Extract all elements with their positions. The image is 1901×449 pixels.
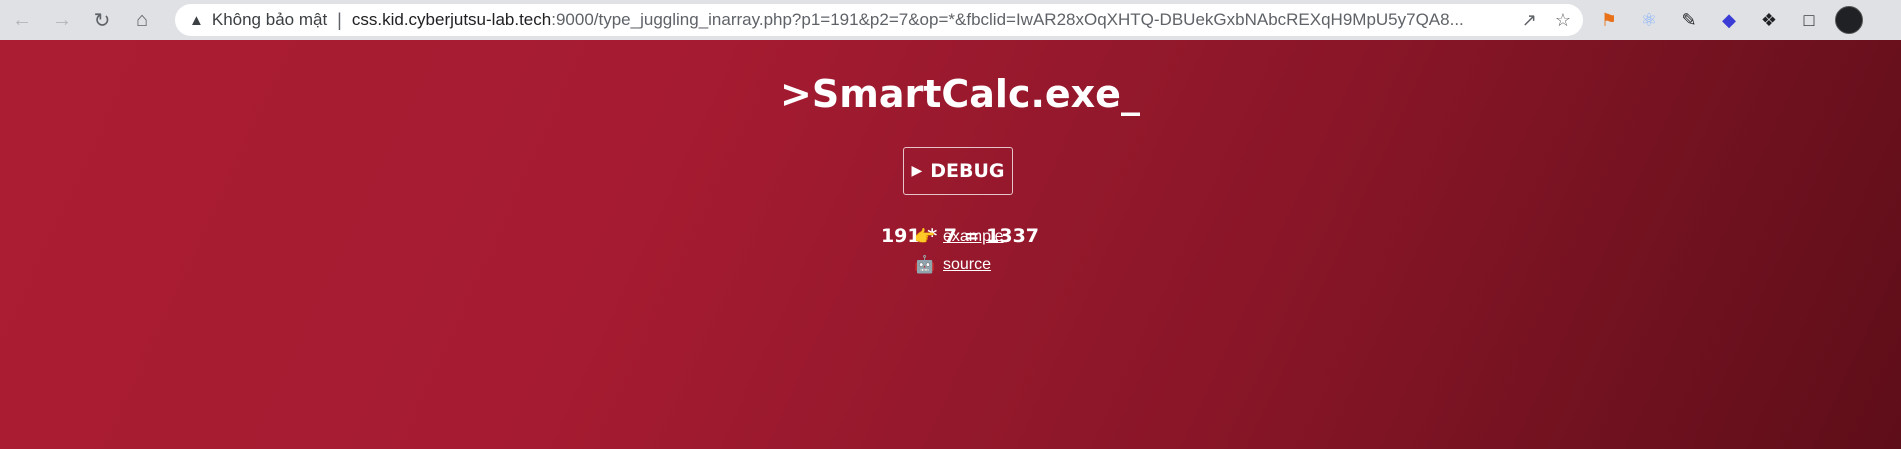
- home-icon[interactable]: ⌂: [124, 2, 160, 38]
- star-icon[interactable]: ☆: [1555, 10, 1571, 31]
- page-title: >SmartCalc.exe_: [780, 72, 1140, 116]
- robot-face-icon: 🤖: [914, 255, 936, 274]
- security-label[interactable]: Không bảo mật: [212, 10, 327, 30]
- debug-button[interactable]: ▶ DEBUG: [903, 147, 1013, 195]
- eyedropper-icon[interactable]: ✎: [1675, 6, 1703, 34]
- share-icon[interactable]: ↗: [1522, 10, 1537, 31]
- url-text[interactable]: css.kid.cyberjutsu-lab.tech:9000/type_ju…: [352, 10, 1482, 30]
- separator: |: [337, 9, 342, 30]
- reload-icon[interactable]: ↻: [84, 2, 120, 38]
- profile-avatar[interactable]: [1835, 6, 1863, 34]
- play-icon: ▶: [911, 163, 923, 179]
- source-link-row: 🤖 source: [913, 255, 991, 275]
- debug-label: DEBUG: [930, 160, 1005, 182]
- back-icon[interactable]: ←: [4, 2, 40, 38]
- puzzle-icon[interactable]: ❖: [1755, 6, 1783, 34]
- extension-orange-icon[interactable]: ⚑: [1595, 6, 1623, 34]
- warning-icon: ▲: [189, 11, 204, 29]
- sidepanel-icon[interactable]: □: [1795, 6, 1823, 34]
- layers-extension-icon[interactable]: ◆: [1715, 6, 1743, 34]
- address-bar[interactable]: ▲ Không bảo mật | css.kid.cyberjutsu-lab…: [175, 4, 1583, 36]
- react-extension-icon[interactable]: ⚛: [1635, 6, 1663, 34]
- pointing-hand-icon: 👉: [914, 227, 936, 246]
- source-link[interactable]: source: [943, 256, 991, 274]
- forward-icon[interactable]: →: [44, 2, 80, 38]
- example-link-row: 👉 example: [913, 227, 1003, 247]
- example-link[interactable]: example: [943, 228, 1003, 246]
- browser-toolbar: ← → ↻ ⌂ ▲ Không bảo mật | css.kid.cyberj…: [0, 0, 1901, 40]
- page-content: >SmartCalc.exe_ ▶ DEBUG 191 * 7 = 1337 👉…: [0, 40, 1901, 449]
